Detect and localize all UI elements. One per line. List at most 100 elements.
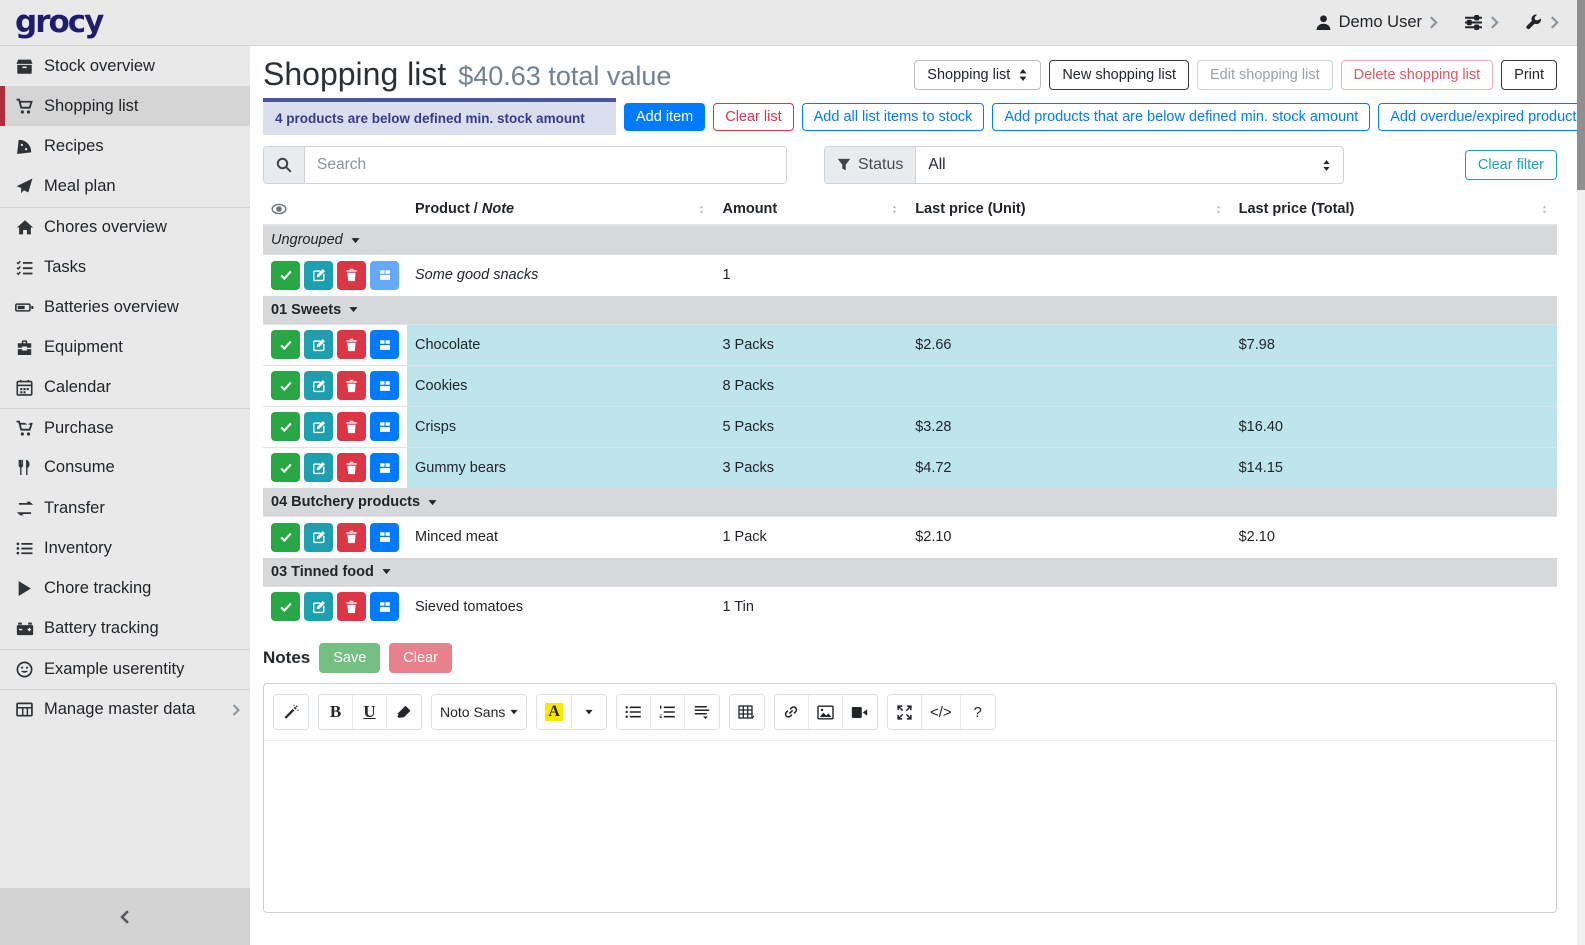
mark-done-button[interactable] xyxy=(271,523,300,552)
scrollbar-thumb[interactable] xyxy=(1577,0,1585,190)
delete-item-button[interactable] xyxy=(337,330,366,359)
eraser-icon[interactable] xyxy=(387,695,421,729)
sidebar-item-meal-plan[interactable]: Meal plan xyxy=(0,167,250,207)
sidebar-item-label: Battery tracking xyxy=(44,619,159,638)
sidebar-item-shopping-list[interactable]: Shopping list xyxy=(0,86,250,126)
insert-image-button[interactable] xyxy=(809,695,843,729)
print-button[interactable]: Print xyxy=(1501,60,1557,90)
new-shopping-list-button[interactable]: New shopping list xyxy=(1049,60,1189,90)
font-color-button[interactable]: A xyxy=(537,695,572,729)
column-header-total-price[interactable]: Last price (Total) xyxy=(1231,196,1557,225)
insert-table-button[interactable] xyxy=(730,695,764,729)
mark-done-button[interactable] xyxy=(271,412,300,441)
delete-shopping-list-button[interactable]: Delete shopping list xyxy=(1341,60,1494,90)
add-below-min-button[interactable]: Add products that are below defined min.… xyxy=(992,103,1370,131)
column-header-unit-price[interactable]: Last price (Unit) xyxy=(907,196,1230,225)
clear-filter-button[interactable]: Clear filter xyxy=(1465,150,1557,180)
sidebar-item-stock-overview[interactable]: Stock overview xyxy=(0,46,250,86)
edit-item-button[interactable] xyxy=(304,371,333,400)
delete-item-button[interactable] xyxy=(337,261,366,290)
delete-item-button[interactable] xyxy=(337,592,366,621)
delete-item-button[interactable] xyxy=(337,371,366,400)
shopping-list-select[interactable]: Shopping list xyxy=(914,60,1041,90)
fullscreen-button[interactable] xyxy=(888,695,922,729)
sidebar-item-tasks[interactable]: Tasks xyxy=(0,247,250,287)
group-row[interactable]: Ungrouped xyxy=(263,225,1557,255)
delete-item-button[interactable] xyxy=(337,412,366,441)
column-header-amount[interactable]: Amount xyxy=(714,196,907,225)
utensils-icon xyxy=(15,459,34,476)
add-to-stock-button[interactable] xyxy=(370,371,399,400)
sidebar-item-calendar[interactable]: Calendar xyxy=(0,368,250,408)
edit-item-button[interactable] xyxy=(304,412,333,441)
sidebar-collapse-button[interactable] xyxy=(0,888,250,945)
add-to-stock-button[interactable] xyxy=(370,453,399,482)
column-visibility-header[interactable] xyxy=(263,196,407,225)
sidebar-item-chore-tracking[interactable]: Chore tracking xyxy=(0,568,250,608)
status-select[interactable]: All xyxy=(916,147,1343,183)
grocy-logo[interactable]: grocy xyxy=(15,7,102,38)
edit-item-button[interactable] xyxy=(304,453,333,482)
sidebar-item-battery-tracking[interactable]: Battery tracking xyxy=(0,609,250,649)
edit-item-button[interactable] xyxy=(304,523,333,552)
group-row[interactable]: 01 Sweets xyxy=(263,296,1557,325)
add-item-button[interactable]: Add item xyxy=(624,103,705,131)
help-button[interactable]: ? xyxy=(961,695,995,729)
sidebar-item-equipment[interactable]: Equipment xyxy=(0,327,250,367)
mark-done-button[interactable] xyxy=(271,261,300,290)
group-row[interactable]: 04 Butchery products xyxy=(263,488,1557,517)
mark-done-button[interactable] xyxy=(271,371,300,400)
mark-done-button[interactable] xyxy=(271,330,300,359)
edit-item-button[interactable] xyxy=(304,592,333,621)
bold-button[interactable]: B xyxy=(319,695,353,729)
insert-video-button[interactable] xyxy=(843,695,877,729)
add-to-stock-button[interactable] xyxy=(370,261,399,290)
group-row[interactable]: 03 Tinned food xyxy=(263,558,1557,587)
insert-link-button[interactable] xyxy=(775,695,809,729)
delete-item-button[interactable] xyxy=(337,453,366,482)
add-all-to-stock-button[interactable]: Add all list items to stock xyxy=(802,103,985,131)
delete-item-button[interactable] xyxy=(337,523,366,552)
sidebar-item-batteries-overview[interactable]: Batteries overview xyxy=(0,287,250,327)
edit-item-button[interactable] xyxy=(304,261,333,290)
add-to-stock-button[interactable] xyxy=(370,330,399,359)
product-name: Some good snacks xyxy=(407,255,714,296)
edit-shopping-list-button[interactable]: Edit shopping list xyxy=(1197,60,1333,90)
sidebar-item-manage-master-data[interactable]: Manage master data xyxy=(0,689,250,729)
code-view-button[interactable]: </> xyxy=(922,695,961,729)
notes-textarea[interactable] xyxy=(264,741,1556,911)
font-color-dropdown[interactable] xyxy=(572,695,606,729)
paragraph-style-button[interactable] xyxy=(685,695,719,729)
sidebar-item-transfer[interactable]: Transfer xyxy=(0,488,250,528)
underline-button[interactable]: U xyxy=(353,695,387,729)
font-family-select[interactable]: Noto Sans xyxy=(432,695,526,729)
add-overdue-button[interactable]: Add overdue/expired products xyxy=(1378,103,1585,131)
column-header-product[interactable]: Product / Note xyxy=(407,196,714,225)
edit-item-button[interactable] xyxy=(304,330,333,359)
sidebar-item-consume[interactable]: Consume xyxy=(0,448,250,488)
add-to-stock-button[interactable] xyxy=(370,523,399,552)
sidebar-item-purchase[interactable]: Purchase xyxy=(0,408,250,448)
sidebar-item-chores-overview[interactable]: Chores overview xyxy=(0,207,250,247)
add-to-stock-button[interactable] xyxy=(370,412,399,441)
admin-menu[interactable] xyxy=(1525,14,1559,31)
user-menu[interactable]: Demo User xyxy=(1315,13,1438,32)
clear-list-button[interactable]: Clear list xyxy=(713,103,793,131)
magic-style-button[interactable] xyxy=(274,695,308,729)
search-input[interactable] xyxy=(305,147,786,183)
mark-done-button[interactable] xyxy=(271,592,300,621)
notes-save-button[interactable]: Save xyxy=(319,643,380,673)
unordered-list-button[interactable] xyxy=(617,695,651,729)
sidebar-item-inventory[interactable]: Inventory xyxy=(0,528,250,568)
sidebar-item-example-userentity[interactable]: Example userentity xyxy=(0,649,250,689)
settings-menu[interactable] xyxy=(1464,14,1499,31)
sidebar-item-label: Chore tracking xyxy=(44,579,151,598)
shopping-list-table: Product / Note Amount Last price (Unit) xyxy=(263,196,1557,627)
page-scrollbar[interactable] xyxy=(1577,0,1585,945)
notes-editor: B U Noto Sans A xyxy=(263,683,1557,913)
ordered-list-button[interactable] xyxy=(651,695,685,729)
add-to-stock-button[interactable] xyxy=(370,592,399,621)
notes-clear-button[interactable]: Clear xyxy=(389,643,452,673)
mark-done-button[interactable] xyxy=(271,453,300,482)
sidebar-item-recipes[interactable]: Recipes xyxy=(0,126,250,166)
